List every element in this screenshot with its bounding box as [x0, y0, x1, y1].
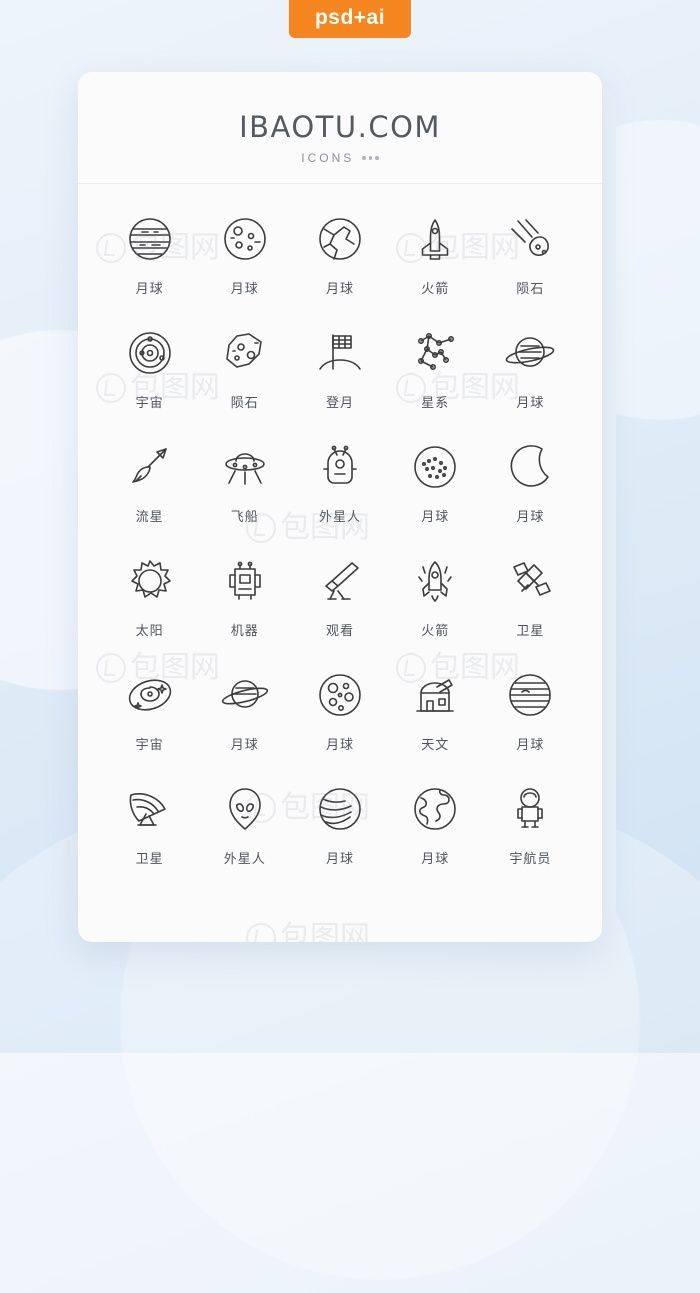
- icon-label: 月球: [325, 852, 354, 867]
- icon-cell[interactable]: 卫星: [483, 548, 578, 662]
- icon-label: 卫星: [135, 852, 164, 867]
- dots-decoration: [362, 156, 379, 160]
- icon-cell[interactable]: 月球: [483, 662, 578, 776]
- icon-label: 登月: [325, 396, 354, 411]
- observatory-icon: [402, 662, 468, 728]
- asteroid-icon: [212, 320, 278, 386]
- icon-label: 陨石: [516, 282, 545, 297]
- space-shuttle-icon: [402, 206, 468, 272]
- moon-dotted-icon: [402, 434, 468, 500]
- icon-label: 月球: [516, 738, 545, 753]
- icon-label: 火箭: [421, 624, 450, 639]
- icon-cell[interactable]: 卫星: [102, 776, 197, 890]
- icon-cell[interactable]: 月球: [197, 206, 292, 320]
- icon-cell[interactable]: 外星人: [197, 776, 292, 890]
- icon-cell[interactable]: 月球: [292, 776, 387, 890]
- icon-label: 月球: [230, 282, 259, 297]
- icon-cell[interactable]: 观看: [292, 548, 387, 662]
- satellite-dish-icon: [117, 776, 183, 842]
- icon-label: 卫星: [516, 624, 545, 639]
- alien-robot-icon: [307, 434, 373, 500]
- icon-cell[interactable]: 飞船: [197, 434, 292, 548]
- icon-label: 月球: [421, 852, 450, 867]
- icon-cell[interactable]: 月球: [388, 776, 483, 890]
- icon-label: 月球: [421, 510, 450, 525]
- solar-system-icon: [117, 320, 183, 386]
- icon-cell[interactable]: 火箭: [388, 548, 483, 662]
- brand-title: IBAOTU.COM: [239, 110, 441, 144]
- icon-cell[interactable]: 机器: [197, 548, 292, 662]
- icon-cell[interactable]: 宇航员: [483, 776, 578, 890]
- icon-label: 飞船: [230, 510, 259, 525]
- icon-cell[interactable]: 流星: [102, 434, 197, 548]
- satellite-icon: [497, 548, 563, 614]
- icon-cell[interactable]: 陨石: [197, 320, 292, 434]
- icon-cell[interactable]: 月球: [483, 434, 578, 548]
- telescope-icon: [307, 548, 373, 614]
- icon-label: 外星人: [318, 510, 361, 525]
- icon-label: 宇宙: [135, 738, 164, 753]
- constellation-icon: [402, 320, 468, 386]
- icon-cell[interactable]: 月球: [483, 320, 578, 434]
- icon-cell[interactable]: 火箭: [388, 206, 483, 320]
- icon-label: 流星: [135, 510, 164, 525]
- icon-label: 观看: [325, 624, 354, 639]
- astronaut-icon: [497, 776, 563, 842]
- icon-label: 月球: [516, 396, 545, 411]
- shooting-star-icon: [117, 434, 183, 500]
- ufo-icon: [212, 434, 278, 500]
- saturn-small-icon: [212, 662, 278, 728]
- watermark: 包图网: [246, 912, 370, 942]
- moon-landing-flag-icon: [307, 320, 373, 386]
- icon-cell[interactable]: 月球: [388, 434, 483, 548]
- card-subtitle: ICONS: [301, 151, 355, 165]
- icon-cell[interactable]: 月球: [197, 662, 292, 776]
- card-header: IBAOTU.COM ICONS: [78, 72, 602, 184]
- icon-label: 宇航员: [509, 852, 552, 867]
- icon-label: 太阳: [135, 624, 164, 639]
- meteor-streak-icon: [497, 206, 563, 272]
- planet-stripes-icon: [117, 206, 183, 272]
- sun-icon: [117, 548, 183, 614]
- icon-label: 陨石: [230, 396, 259, 411]
- icon-cell[interactable]: 月球: [102, 206, 197, 320]
- icon-label: 机器: [230, 624, 259, 639]
- icon-set-card: IBAOTU.COM ICONS 月球 月球 月球 火箭 陨石 宇宙 陨石 登月…: [78, 72, 602, 942]
- alien-head-icon: [212, 776, 278, 842]
- icon-cell[interactable]: 登月: [292, 320, 387, 434]
- icon-cell[interactable]: 外星人: [292, 434, 387, 548]
- icon-cell[interactable]: 天文: [388, 662, 483, 776]
- saturn-icon: [497, 320, 563, 386]
- icon-cell[interactable]: 月球: [292, 662, 387, 776]
- icon-cell[interactable]: 星系: [388, 320, 483, 434]
- icon-label: 月球: [516, 510, 545, 525]
- earth-icon: [402, 776, 468, 842]
- icon-cell[interactable]: 宇宙: [102, 662, 197, 776]
- icon-cell[interactable]: 太阳: [102, 548, 197, 662]
- icon-label: 月球: [325, 282, 354, 297]
- icon-label: 月球: [230, 738, 259, 753]
- icon-label: 月球: [135, 282, 164, 297]
- icon-cell[interactable]: 陨石: [483, 206, 578, 320]
- icon-cell[interactable]: 月球: [292, 206, 387, 320]
- moon-craters-icon: [212, 206, 278, 272]
- icon-label: 宇宙: [135, 396, 164, 411]
- icon-label: 外星人: [223, 852, 266, 867]
- icon-label: 月球: [325, 738, 354, 753]
- icon-label: 星系: [421, 396, 450, 411]
- icon-label: 火箭: [421, 282, 450, 297]
- icon-cell[interactable]: 宇宙: [102, 320, 197, 434]
- icon-label: 天文: [421, 738, 450, 753]
- icon-grid: 月球 月球 月球 火箭 陨石 宇宙 陨石 登月 星系 月球 流星 飞船 外星人 …: [78, 184, 602, 900]
- crescent-moon-icon: [497, 434, 563, 500]
- format-tag: psd+ai: [288, 0, 412, 39]
- rover-machine-icon: [212, 548, 278, 614]
- moon-large-craters-icon: [307, 662, 373, 728]
- galaxy-spiral-icon: [117, 662, 183, 728]
- jupiter-icon: [497, 662, 563, 728]
- cracked-planet-icon: [307, 206, 373, 272]
- subtitle-row: ICONS: [78, 151, 602, 165]
- planet-bands-icon: [307, 776, 373, 842]
- rocket-launch-icon: [402, 548, 468, 614]
